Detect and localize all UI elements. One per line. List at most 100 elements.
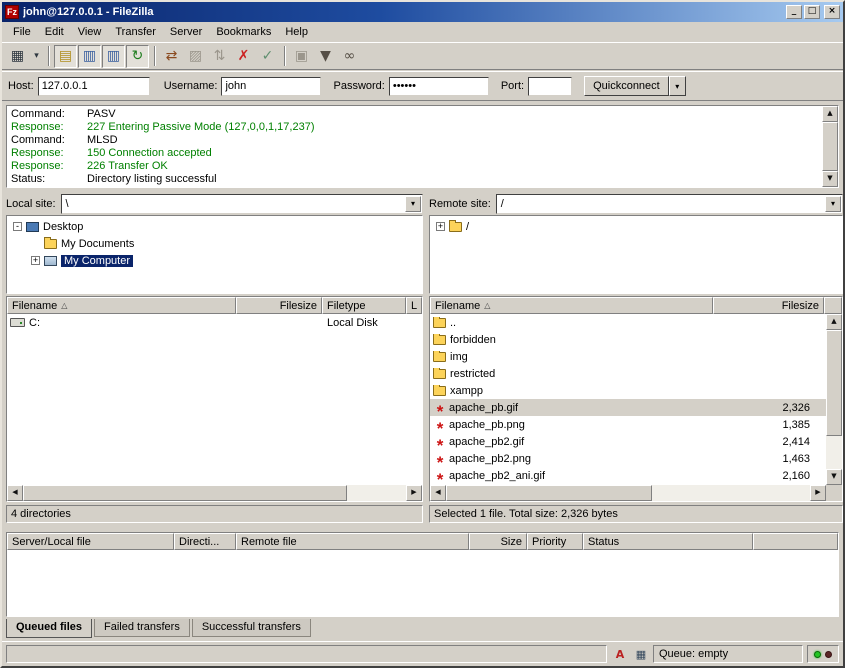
remote-file-list[interactable]: .. forbidden img restricted xampp *apach…	[430, 314, 826, 485]
tree-item-my-computer[interactable]: + My Computer	[7, 252, 422, 269]
chevron-down-icon[interactable]: ▾	[405, 196, 421, 212]
collapse-icon[interactable]: -	[13, 222, 22, 231]
compare-button[interactable]: ▣	[290, 45, 313, 68]
tree-item-root[interactable]: + /	[430, 218, 842, 235]
synchronize-icon: ⇅	[214, 48, 226, 64]
file-row-apache-pb2-ani-gif[interactable]: *apache_pb2_ani.gif 2,160	[430, 467, 826, 484]
local-file-list[interactable]: C: Local Disk	[7, 314, 422, 485]
remote-site-combo[interactable]: / ▾	[496, 194, 843, 214]
expand-icon[interactable]: +	[31, 256, 40, 265]
folder-icon	[433, 318, 446, 328]
synchronize-button[interactable]: ⇅	[208, 45, 231, 68]
log-type: Command:	[11, 108, 87, 121]
minimize-button[interactable]: _	[786, 5, 802, 19]
queue-status-text: Queue: empty	[659, 648, 728, 660]
quickconnect-button[interactable]: Quickconnect	[584, 76, 669, 96]
menu-file[interactable]: File	[6, 24, 38, 40]
column-header-size[interactable]: Size	[469, 533, 527, 550]
file-row-apache-pb2-png[interactable]: *apache_pb2.png 1,463	[430, 450, 826, 467]
menu-bookmarks[interactable]: Bookmarks	[209, 24, 278, 40]
column-header-filetype[interactable]: Filetype	[322, 297, 406, 314]
scroll-right-icon[interactable]: ▶	[810, 485, 826, 501]
expand-icon[interactable]: +	[436, 222, 445, 231]
filter-button[interactable]: ▼	[314, 45, 337, 68]
log-line: Status:Directory listing successful	[7, 173, 821, 186]
scroll-left-icon[interactable]: ◀	[430, 485, 446, 501]
column-header-filesize[interactable]: Filesize	[713, 297, 824, 314]
file-row-img[interactable]: img	[430, 348, 826, 365]
tree-item-desktop[interactable]: - Desktop	[7, 218, 422, 235]
file-row-apache-pb-png[interactable]: *apache_pb.png 1,385	[430, 416, 826, 433]
remote-list-header: Filename△ Filesize	[430, 297, 842, 314]
column-header-server-local-file[interactable]: Server/Local file	[7, 533, 174, 550]
close-button[interactable]: ×	[824, 5, 840, 19]
column-header-status[interactable]: Status	[583, 533, 753, 550]
host-input[interactable]	[38, 77, 150, 96]
menu-help[interactable]: Help	[278, 24, 315, 40]
chevron-down-icon[interactable]: ▾	[825, 196, 841, 212]
column-header-filename[interactable]: Filename△	[7, 297, 236, 314]
menu-view[interactable]: View	[71, 24, 109, 40]
column-label: Filesize	[280, 300, 317, 312]
column-header-priority[interactable]: Priority	[527, 533, 583, 550]
scroll-right-icon[interactable]: ▶	[406, 485, 422, 501]
scrollbar-thumb[interactable]	[446, 485, 652, 501]
log-text: Directory listing successful	[87, 173, 217, 186]
file-row-restricted[interactable]: restricted	[430, 365, 826, 382]
tab-queued-files[interactable]: Queued files	[6, 619, 92, 638]
title-bar[interactable]: Fz john@127.0.0.1 - FileZilla _ □ ×	[2, 2, 843, 22]
disconnect-button[interactable]: ✓	[256, 45, 279, 68]
file-row-xampp[interactable]: xampp	[430, 382, 826, 399]
scrollbar-thumb[interactable]	[822, 122, 838, 171]
logview-toggle-button[interactable]: ▤	[54, 45, 77, 68]
file-row-apache-pb-gif[interactable]: *apache_pb.gif 2,326	[430, 399, 826, 416]
quickconnect-dropdown-button[interactable]: ▾	[669, 76, 686, 96]
password-input[interactable]	[389, 77, 489, 96]
find-button[interactable]: ∞	[338, 45, 361, 68]
column-header-remote-file[interactable]: Remote file	[236, 533, 469, 550]
menu-server[interactable]: Server	[163, 24, 209, 40]
scrollbar-thumb[interactable]	[826, 330, 842, 436]
local-site-combo[interactable]: \ ▾	[61, 194, 423, 214]
file-row-apache-pb2-gif[interactable]: *apache_pb2.gif 2,414	[430, 433, 826, 450]
status-bar: A ▦ Queue: empty	[2, 641, 843, 666]
site-manager-dropdown-button[interactable]: ▾	[30, 45, 43, 68]
file-row-c-drive[interactable]: C: Local Disk	[7, 314, 422, 331]
preview-button[interactable]: ▨	[184, 45, 207, 68]
transfer-queue-pane[interactable]: Server/Local file Directi... Remote file…	[6, 532, 839, 617]
scroll-down-icon[interactable]: ▼	[826, 469, 842, 485]
column-header-filename[interactable]: Filename△	[430, 297, 713, 314]
tree-item-my-documents[interactable]: My Documents	[7, 235, 422, 252]
log-line: Response:227 Entering Passive Mode (127,…	[7, 121, 821, 134]
scroll-up-icon[interactable]: ▲	[822, 106, 838, 122]
local-hscrollbar[interactable]: ◀ ▶	[7, 485, 422, 501]
scroll-left-icon[interactable]: ◀	[7, 485, 23, 501]
scroll-down-icon[interactable]: ▼	[822, 171, 838, 187]
file-row-parent[interactable]: ..	[430, 314, 826, 331]
chevron-down-icon: ▾	[34, 51, 39, 61]
process-queue-button[interactable]: ⇄	[160, 45, 183, 68]
site-manager-button[interactable]: ▦	[6, 45, 29, 68]
file-row-forbidden[interactable]: forbidden	[430, 331, 826, 348]
remote-vscrollbar[interactable]: ▲ ▼	[826, 314, 842, 485]
maximize-button[interactable]: □	[804, 5, 820, 19]
remote-hscrollbar[interactable]: ◀ ▶	[430, 485, 826, 501]
scrollbar-thumb[interactable]	[23, 485, 347, 501]
menu-edit[interactable]: Edit	[38, 24, 71, 40]
scroll-up-icon[interactable]: ▲	[826, 314, 842, 330]
username-input[interactable]	[221, 77, 321, 96]
column-header-lastmodified[interactable]: L	[406, 297, 422, 314]
port-input[interactable]	[528, 77, 572, 96]
tab-failed-transfers[interactable]: Failed transfers	[94, 619, 190, 637]
tab-successful-transfers[interactable]: Successful transfers	[192, 619, 311, 637]
cancel-button[interactable]: ✗	[232, 45, 255, 68]
refresh-button[interactable]: ↻	[126, 45, 149, 68]
log-text: PASV	[87, 108, 116, 121]
column-header-direction[interactable]: Directi...	[174, 533, 236, 550]
log-scrollbar[interactable]: ▲ ▼	[822, 106, 838, 187]
message-log[interactable]: Command:PASV Response:227 Entering Passi…	[6, 105, 839, 188]
column-header-filesize[interactable]: Filesize	[236, 297, 322, 314]
local-treeview-toggle-button[interactable]: ▥	[78, 45, 101, 68]
remote-treeview-toggle-button[interactable]: ▥	[102, 45, 125, 68]
menu-transfer[interactable]: Transfer	[108, 24, 163, 40]
